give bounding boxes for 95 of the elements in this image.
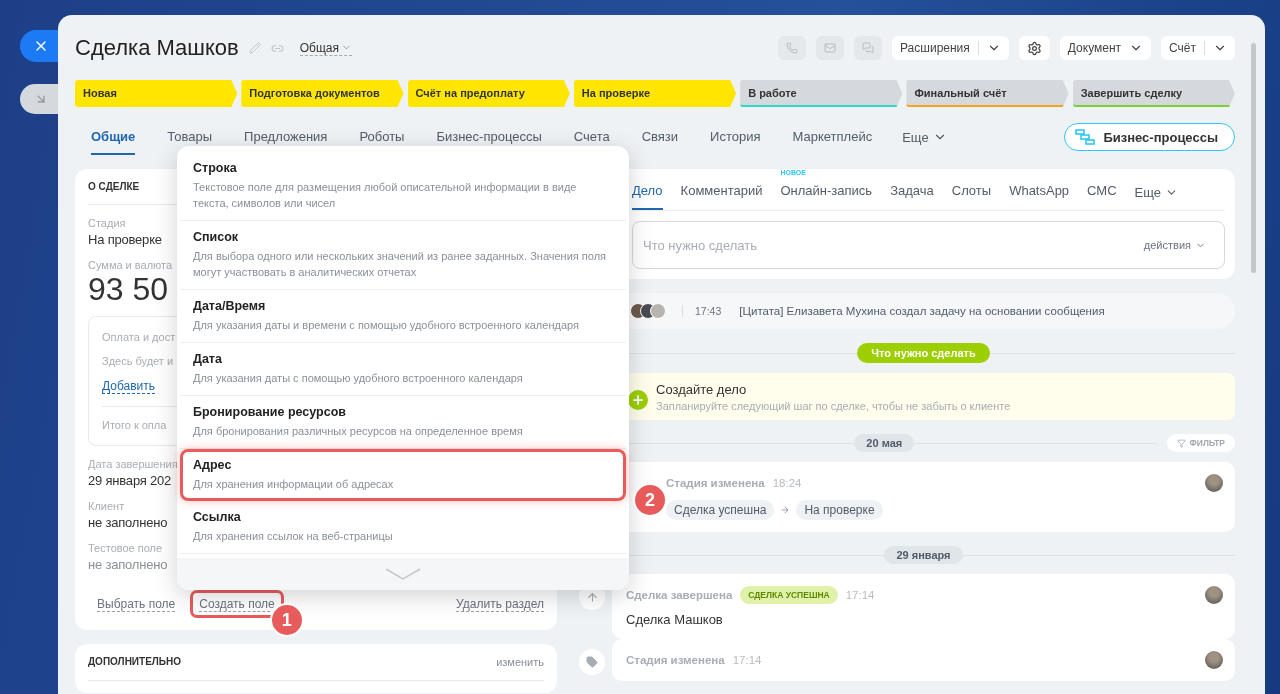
activity-tab[interactable]: Задача [890,183,934,210]
filter-icon [1176,438,1186,448]
amount-value: 93 50 [88,271,169,308]
create-task-title: Создайте дело [656,382,748,397]
chat-icon [862,42,874,54]
event-time: 17:14 [732,654,762,666]
dropdown-button[interactable]: Документ [1059,36,1152,60]
status-badge: СДЕЛКА УСПЕШНА [740,586,838,604]
stage-chip: Сделка успешна [666,500,775,520]
stage-step[interactable]: На проверке [573,80,737,107]
remove-section-link[interactable]: Удалить раздел [456,596,544,612]
field-value: не заполнено [88,557,168,572]
tab[interactable]: Маркетплейс [792,119,873,155]
stage-step[interactable]: Счёт на предоплату [407,80,570,107]
field-action-link[interactable]: Выбрать поле [88,590,185,618]
tab[interactable]: Связи [641,119,679,155]
field-value: 29 января 202 [88,473,172,488]
tab[interactable]: Предложения [244,119,328,155]
menu-item[interactable]: Дата Для указания даты с помощью удобного встроенного календаря [180,343,626,396]
tag-icon [579,649,605,675]
add-link[interactable]: Добавить [102,379,156,394]
activity-tab[interactable]: Дело [632,183,663,210]
tab[interactable]: Роботы [359,119,405,155]
payment-label: Оплата и дост [102,331,176,343]
more-tab[interactable]: Еще [1134,185,1179,210]
menu-item[interactable]: Дата/Время Для указания даты и времени с помощью удобного встроенного календаря [180,290,626,343]
stage-chip: На проверке [796,500,883,520]
task-input-field[interactable]: Что нужно сделать действия [632,221,1225,269]
deal-title: Сделка Машков [75,35,239,61]
payment-hint: Здесь будет и [102,355,174,367]
scrollbar[interactable] [1251,43,1256,273]
business-process-button[interactable]: Бизнес-процессы [1064,123,1235,151]
settings-button[interactable] [1018,36,1050,60]
section-title: О СДЕЛКЕ [88,181,140,192]
stage-step[interactable]: Подготовка документов [241,80,404,107]
todo-label: Что нужно сделать [857,343,990,363]
event-time: 18:24 [772,477,802,489]
message-time: 17:43 [682,305,722,317]
arrow-right-icon [780,505,791,515]
stage-step[interactable]: Завершить сделку [1072,80,1235,107]
tab[interactable]: Бизнес-процессы [436,119,542,155]
menu-item[interactable]: Адрес Для хранения информации об адресах [180,449,626,501]
avatar-group [630,303,666,319]
activity-tab[interactable]: WhatsApp [1009,183,1070,210]
category-dropdown[interactable]: Общая [299,40,353,56]
date-label: 29 января [884,546,963,564]
activity-tab[interactable]: СМС [1087,183,1117,210]
section-title: ДОПОЛНИТЕЛЬНО [88,656,182,668]
avatar [1205,651,1223,669]
date-label: 20 мая [854,434,915,452]
more-tab[interactable]: Еще [902,129,947,145]
message-text: [Цитата] Елизавета Мухина создал задачу на основании сообщения [739,305,1105,317]
mail-icon [824,42,836,54]
phone-icon [786,42,798,54]
flow-icon [1075,129,1096,145]
field-label: Тестовое поле [88,542,163,554]
activity-tab[interactable]: Комментарий [680,183,763,210]
stage-step[interactable]: В работе [740,80,903,107]
avatar [1205,474,1223,492]
settings-icon [1026,40,1042,56]
field-label: Сумма и валюта [88,259,173,271]
split-button[interactable]: Счёт [1161,36,1235,60]
field-label: Дата завершения [88,458,178,470]
event-title: Стадия изменена [666,477,765,489]
menu-item[interactable]: Ссылка Для хранения ссылок на веб-страницы [180,501,626,554]
event-time: 17:14 [845,589,875,601]
field-label: Клиент [88,500,125,512]
field-value: На проверке [88,232,162,247]
tab[interactable]: История [710,119,761,155]
actions-dropdown[interactable]: действия [1137,238,1212,252]
field-value: не заполнено [88,515,168,530]
chevron-down-icon [385,568,421,580]
avatar [1205,586,1223,604]
tab[interactable]: Товары [167,119,213,155]
tab[interactable]: Общие [91,119,136,155]
menu-item[interactable]: Бронирование ресурсов Для бронирования различных ресурсов на определенное время [180,396,626,449]
stage-step[interactable]: Новая [75,80,238,107]
event-title: Сделка завершена [626,589,733,601]
phone-button[interactable] [778,36,806,60]
stage-step[interactable]: Финальный счёт [906,80,1069,107]
minimize-button[interactable] [20,84,58,114]
close-button[interactable] [20,30,58,62]
field-label: Стадия [88,217,126,229]
split-button[interactable]: Расширения [892,36,1009,60]
event-text: Сделка Машков [626,612,724,627]
chat-button[interactable] [854,36,882,60]
event-title: Стадия изменена [626,654,725,666]
total-label: Итого к опла [102,419,167,431]
pencil-icon [248,42,261,54]
activity-tab[interactable]: Слоты [951,183,992,210]
mail-button[interactable] [816,36,844,60]
menu-item[interactable]: Строка Текстовое поле для размещения любой описательной информации в виде текста, символов или чисел [180,152,626,221]
menu-item[interactable]: Список Для выбора одного или нескольких значений из ранее заданных. Значения поля могут участвовать в аналитических отчетах [180,221,626,290]
create-task-hint: Запланируйте следующий шаг по сделке, чтобы не забыть о клиенте [656,400,1011,412]
tab[interactable]: Счета [573,119,610,155]
